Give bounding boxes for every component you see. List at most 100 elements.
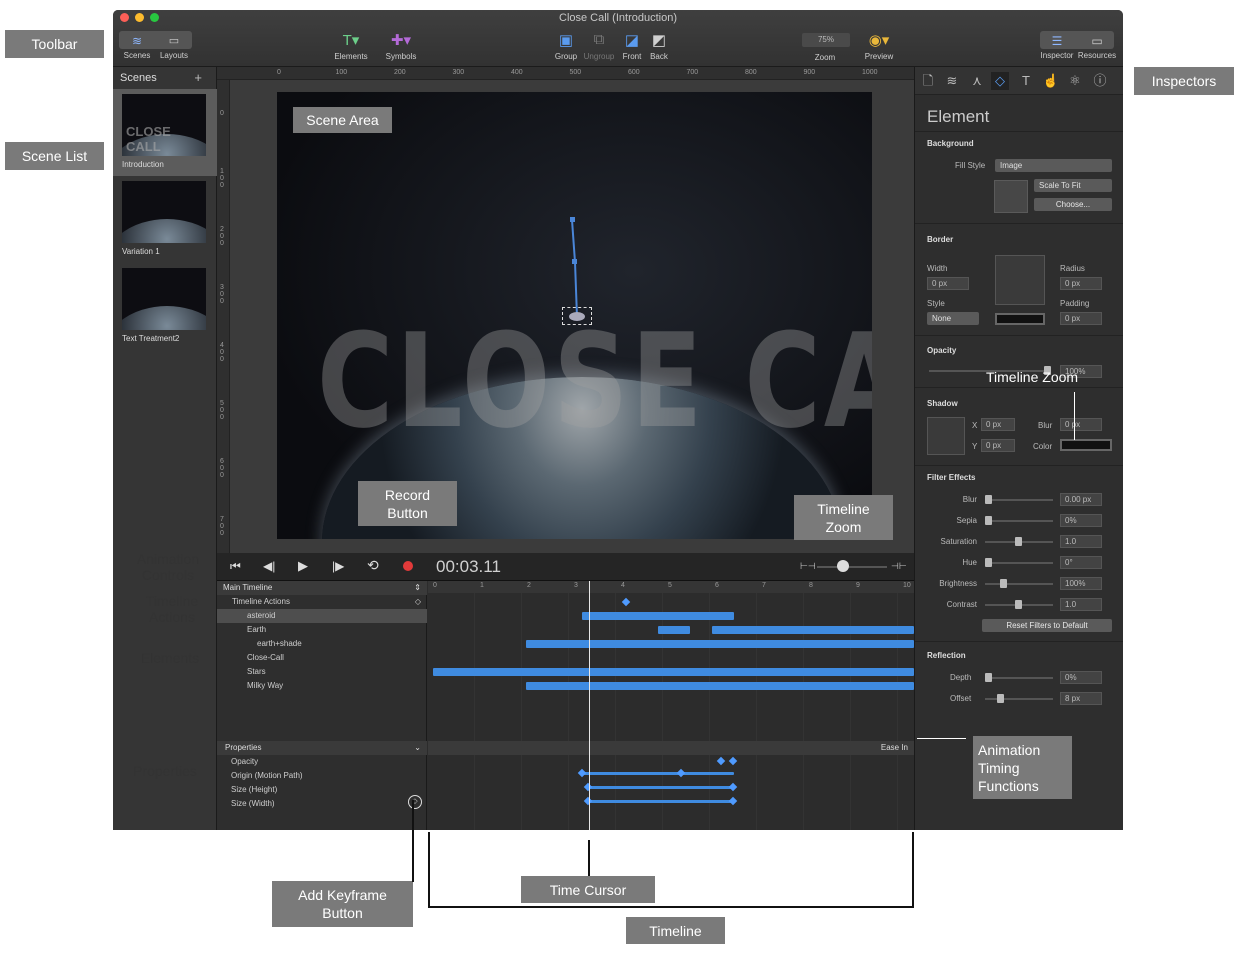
radius-field[interactable]: 0 px (1060, 277, 1102, 290)
filter-slider[interactable] (985, 562, 1053, 564)
corner-radius-control[interactable] (995, 255, 1045, 305)
scene-item[interactable]: CLOSE CALL Introduction (113, 89, 217, 176)
time-cursor[interactable] (589, 581, 590, 830)
shadow-offset-control[interactable] (927, 417, 965, 455)
filter-field[interactable]: 1.0 (1060, 535, 1102, 548)
shadow-y-field[interactable]: 0 px (981, 439, 1015, 452)
actions-icon[interactable]: ☝ (1042, 72, 1060, 90)
depth-field[interactable]: 0% (1060, 671, 1102, 684)
earth-shade-bar[interactable] (526, 640, 914, 648)
element-row[interactable]: Earth (217, 623, 427, 637)
filter-knob[interactable] (1015, 537, 1022, 546)
scene-item[interactable]: Variation 1 (113, 176, 217, 263)
timeline-actions-row[interactable]: Timeline Actions ◇ (217, 595, 427, 609)
zoom-in-icon[interactable]: ⊣⊢ (891, 561, 907, 572)
loop-icon[interactable]: ⟲ (367, 557, 379, 574)
width-keyframe[interactable] (583, 796, 593, 806)
shadow-blur-field[interactable]: 0 px (1060, 418, 1102, 431)
shadow-color-well[interactable] (1060, 439, 1112, 451)
filter-slider[interactable] (985, 499, 1053, 501)
depth-knob[interactable] (985, 673, 992, 682)
milky-way-bar[interactable] (526, 682, 914, 690)
timing-function-popup[interactable]: Ease In (881, 743, 908, 752)
element-row[interactable]: Close-Call (217, 651, 427, 665)
zoom-out-icon[interactable]: ⊢⊣ (800, 561, 816, 572)
fill-style-popup[interactable]: Image (995, 159, 1112, 172)
layers-icon[interactable]: ≋ (943, 72, 961, 90)
offset-field[interactable]: 8 px (1060, 692, 1102, 705)
step-back-icon[interactable]: ◀| (263, 559, 275, 573)
asteroid-selection[interactable] (562, 307, 592, 325)
border-style-popup[interactable]: None (927, 312, 979, 325)
element-row[interactable]: asteroid (217, 609, 427, 623)
ungroup-button[interactable]: ⧉ Ungroup (582, 31, 616, 61)
opacity-keyframe[interactable] (716, 756, 726, 766)
document-icon[interactable]: 🗋 (919, 72, 937, 90)
physics-icon[interactable]: ⚛ (1066, 72, 1084, 90)
add-keyframe-button[interactable]: ◇ (408, 795, 422, 809)
earth-bar[interactable] (658, 626, 690, 634)
offset-slider[interactable] (985, 698, 1053, 700)
border-width-field[interactable]: 0 px (927, 277, 969, 290)
timeline-action-keyframe[interactable] (621, 597, 631, 607)
width-keyframe[interactable] (728, 796, 738, 806)
timeline-zoom-slider[interactable] (817, 566, 887, 568)
properties-header[interactable]: Properties ⌄ (217, 741, 427, 755)
filter-knob[interactable] (985, 495, 992, 504)
width-property-bar[interactable] (588, 800, 734, 803)
scenes-button[interactable]: ≋ Scenes (119, 34, 155, 60)
asteroid-bar[interactable] (582, 612, 734, 620)
filter-field[interactable]: 1.0 (1060, 598, 1102, 611)
border-color-well[interactable] (995, 313, 1045, 325)
opacity-keyframe[interactable] (728, 756, 738, 766)
info-icon[interactable]: ⓘ (1091, 72, 1109, 90)
preview-button[interactable]: ◉▾ Preview (859, 31, 899, 61)
depth-slider[interactable] (985, 677, 1053, 679)
inspector-button[interactable]: ☰ Inspector (1036, 34, 1078, 60)
filter-slider[interactable] (985, 583, 1053, 585)
timeline-zoom-knob[interactable] (837, 560, 849, 572)
padding-field[interactable]: 0 px (1060, 312, 1102, 325)
reset-filters-button[interactable]: Reset Filters to Default (982, 619, 1112, 632)
element-row[interactable]: Milky Way (217, 679, 427, 693)
zoom-field[interactable]: 75% (802, 33, 850, 47)
property-row[interactable]: Opacity (217, 755, 427, 769)
origin-keyframe[interactable] (676, 768, 686, 778)
play-icon[interactable]: ▶ (298, 558, 308, 574)
record-button[interactable] (403, 561, 413, 571)
filter-slider[interactable] (985, 520, 1053, 522)
offset-knob[interactable] (997, 694, 1004, 703)
choose-button[interactable]: Choose... (1034, 198, 1112, 211)
origin-property-bar[interactable] (582, 772, 734, 775)
step-forward-icon[interactable]: |▶ (332, 559, 344, 573)
filter-field[interactable]: 0% (1060, 514, 1102, 527)
height-keyframe[interactable] (583, 782, 593, 792)
scene-canvas[interactable]: CLOSE CALL (277, 92, 872, 539)
height-property-bar[interactable] (588, 786, 734, 789)
height-keyframe[interactable] (728, 782, 738, 792)
filter-knob[interactable] (985, 558, 992, 567)
filter-knob[interactable] (1015, 600, 1022, 609)
scene-item[interactable]: Text Treatment2 (113, 263, 217, 350)
filter-field[interactable]: 100% (1060, 577, 1102, 590)
layouts-button[interactable]: ▭ Layouts (156, 34, 192, 60)
filter-field[interactable]: 0° (1060, 556, 1102, 569)
filter-field[interactable]: 0.00 px (1060, 493, 1102, 506)
back-button[interactable]: ◩ Back (644, 31, 674, 61)
property-row[interactable]: Size (Width) (217, 797, 427, 811)
scale-popup[interactable]: Scale To Fit (1034, 179, 1112, 192)
filter-knob[interactable] (985, 516, 992, 525)
timeline-tracks[interactable]: 0 1 2 3 4 5 6 7 8 9 10 Ease In (428, 581, 914, 830)
resources-button[interactable]: ▭ Resources (1076, 34, 1118, 60)
element-icon[interactable]: ◇ (991, 72, 1009, 90)
shadow-x-field[interactable]: 0 px (981, 418, 1015, 431)
stars-bar[interactable] (433, 668, 914, 676)
origin-keyframe[interactable] (577, 768, 587, 778)
group-button[interactable]: ▣ Group (551, 31, 581, 61)
main-timeline-selector[interactable]: Main Timeline ⇕ (217, 581, 427, 595)
earth-bar[interactable] (712, 626, 914, 634)
symbols-button[interactable]: ✚▾ Symbols (381, 31, 421, 61)
keyframe-icon[interactable]: ◇ (415, 595, 421, 609)
metrics-icon[interactable]: ⋏ (968, 72, 986, 90)
property-row[interactable]: Size (Height) (217, 783, 427, 797)
